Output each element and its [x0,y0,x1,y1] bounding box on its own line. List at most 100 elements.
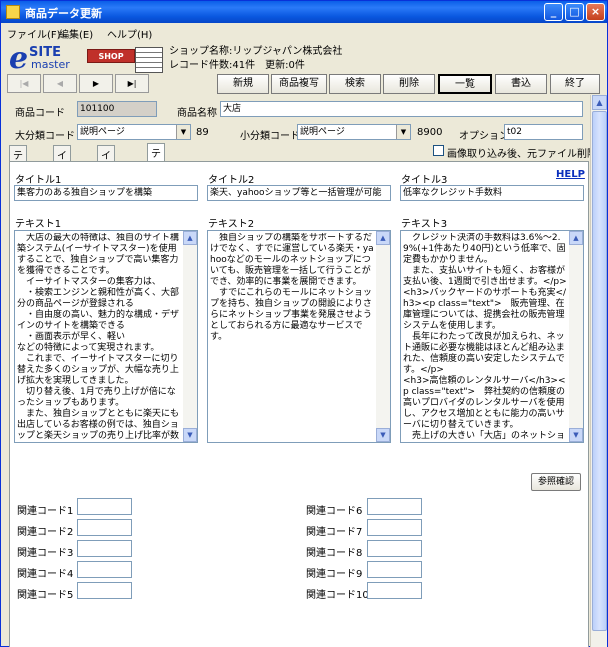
minimize-button[interactable]: _ [544,3,563,21]
last-record-button[interactable]: ▶| [115,74,149,93]
new-button[interactable]: 新規 [217,74,269,94]
spreadsheet-icon [135,47,163,73]
text3-content[interactable]: クレジット決済の手数料は3.6%〜2.9%(+1件あたり40円)という低率で、固… [403,233,569,441]
text1-scrollbar[interactable]: ▲ ▼ [183,231,197,442]
next-record-button[interactable]: ▶ [79,74,113,93]
scroll-track[interactable] [376,246,390,426]
scroll-down-icon[interactable]: ▼ [376,428,390,442]
logo-e: e [9,41,29,76]
tab-text2[interactable]: テキスト2 [147,143,165,216]
related-code-label: 関連コード9 [306,569,363,580]
menu-file[interactable]: ファイル(F) [7,26,61,41]
scroll-track[interactable] [183,246,197,426]
exit-button[interactable]: 終了 [550,74,600,94]
text2-scrollbar[interactable]: ▲ ▼ [376,231,390,442]
chevron-down-icon[interactable]: ▼ [176,125,190,139]
scroll-up-icon[interactable]: ▲ [376,231,390,245]
scroll-up-icon[interactable]: ▲ [592,95,607,110]
search-button[interactable]: 検索 [329,74,381,94]
title2-label: タイトル2 [208,175,255,186]
menu-bar: ファイル(F) 編集(E) ヘルプ(H) [1,23,607,41]
reference-check-button[interactable]: 参照確認 [531,473,581,491]
logo-master: master [31,58,70,71]
related-code-2-field[interactable] [77,519,132,536]
window-scrollbar[interactable]: ▲ [590,95,607,647]
product-name-field[interactable]: 大店 [220,101,583,117]
maximize-button[interactable]: □ [565,3,584,21]
text2-content[interactable]: 独自ショップの構築をサポートするだけでなく、すでに運営している楽天・yahooな… [210,233,376,441]
text1-label: テキスト1 [15,219,62,230]
option-label: オプション [459,131,509,142]
shop-name: ショップ名称:リップジャパン株式会社 [169,46,343,57]
scroll-down-icon[interactable]: ▼ [183,428,197,442]
text2-label: テキスト2 [208,219,255,230]
delete-after-import-checkbox[interactable] [433,145,444,156]
related-code-10-field[interactable] [367,582,422,599]
title-bar[interactable]: 商品データ更新 _ □ × [1,1,607,23]
related-code-label: 関連コード3 [17,548,74,559]
related-code-label: 関連コード4 [17,569,74,580]
chevron-down-icon[interactable]: ▼ [396,125,410,139]
minor-category-select[interactable]: 説明ページ ▼ [297,124,411,140]
menu-help[interactable]: ヘルプ(H) [107,26,152,41]
record-count: レコード件数:41件 更新:0件 [169,60,305,71]
scroll-thumb[interactable] [592,111,607,631]
option-field[interactable]: t02 [504,124,583,140]
product-name-label: 商品名称 [177,108,217,119]
window-title: 商品データ更新 [25,7,102,20]
write-button[interactable]: 書込 [495,74,547,94]
tab-image2[interactable]: イメージ2 [97,145,115,218]
text2-area[interactable]: 独自ショップの構築をサポートするだけでなく、すでに運営している楽天・yahooな… [207,230,391,443]
major-category-code: 89 [196,127,209,138]
title3-label: タイトル3 [401,175,448,186]
text1-area[interactable]: 大店の最大の特徴は、独自のサイト構築システム(イーサイトマスター)を使用すること… [14,230,198,443]
related-code-label: 関連コード6 [306,506,363,517]
scroll-up-icon[interactable]: ▲ [183,231,197,245]
related-code-1-field[interactable] [77,498,132,515]
prev-record-button[interactable]: ◀ [43,74,77,93]
text3-scrollbar[interactable]: ▲ ▼ [569,231,583,442]
logo-shop: SHOP [87,49,135,63]
major-category-label: 大分類コード [15,131,75,142]
menu-edit[interactable]: 編集(E) [59,26,93,41]
related-code-4-field[interactable] [77,561,132,578]
copy-product-button[interactable]: 商品複写 [271,74,327,94]
text3-area[interactable]: クレジット決済の手数料は3.6%〜2.9%(+1件あたり40円)という低率で、固… [400,230,584,443]
related-code-label: 関連コード7 [306,527,363,538]
related-code-label: 関連コード8 [306,548,363,559]
related-code-8-field[interactable] [367,540,422,557]
main-window: 商品データ更新 _ □ × ファイル(F) 編集(E) ヘルプ(H) e SIT… [0,0,608,647]
tab-image[interactable]: イメージ [53,145,71,207]
title3-field[interactable]: 低率なクレジット手数料 [400,185,584,201]
minor-category-label: 小分類コード [240,131,300,142]
text1-content[interactable]: 大店の最大の特徴は、独自のサイト構築システム(イーサイトマスター)を使用すること… [17,233,183,441]
shop-info: ショップ名称:リップジャパン株式会社 レコード件数:41件 更新:0件 [169,45,342,73]
product-code-field[interactable]: 101100 [77,101,157,117]
delete-after-import-label: 画像取り込み後、元ファイル削除 [447,149,597,160]
related-code-3-field[interactable] [77,540,132,557]
scroll-down-icon[interactable]: ▼ [569,428,583,442]
help-link[interactable]: HELP [556,169,585,180]
title2-field[interactable]: 楽天、yahooショップ等と一括管理が可能 [207,185,391,201]
close-button[interactable]: × [586,3,605,21]
major-category-value: 説明ページ [80,127,125,137]
related-code-5-field[interactable] [77,582,132,599]
tab-text[interactable]: テキスト [9,145,27,207]
scroll-track[interactable] [569,246,583,426]
title1-label: タイトル1 [15,175,62,186]
minor-category-value: 説明ページ [300,127,345,137]
text3-label: テキスト3 [401,219,448,230]
delete-button[interactable]: 削除 [383,74,435,94]
app-icon [6,5,20,19]
related-code-7-field[interactable] [367,519,422,536]
list-button[interactable]: 一覧 [438,74,492,94]
minor-category-code: 8900 [417,127,443,138]
first-record-button[interactable]: |◀ [7,74,41,93]
related-code-label: 関連コード2 [17,527,74,538]
scroll-up-icon[interactable]: ▲ [569,231,583,245]
related-code-6-field[interactable] [367,498,422,515]
product-code-label: 商品コード [15,108,65,119]
related-code-9-field[interactable] [367,561,422,578]
major-category-select[interactable]: 説明ページ ▼ [77,124,191,140]
title1-field[interactable]: 集客力のある独自ショップを構築 [14,185,198,201]
